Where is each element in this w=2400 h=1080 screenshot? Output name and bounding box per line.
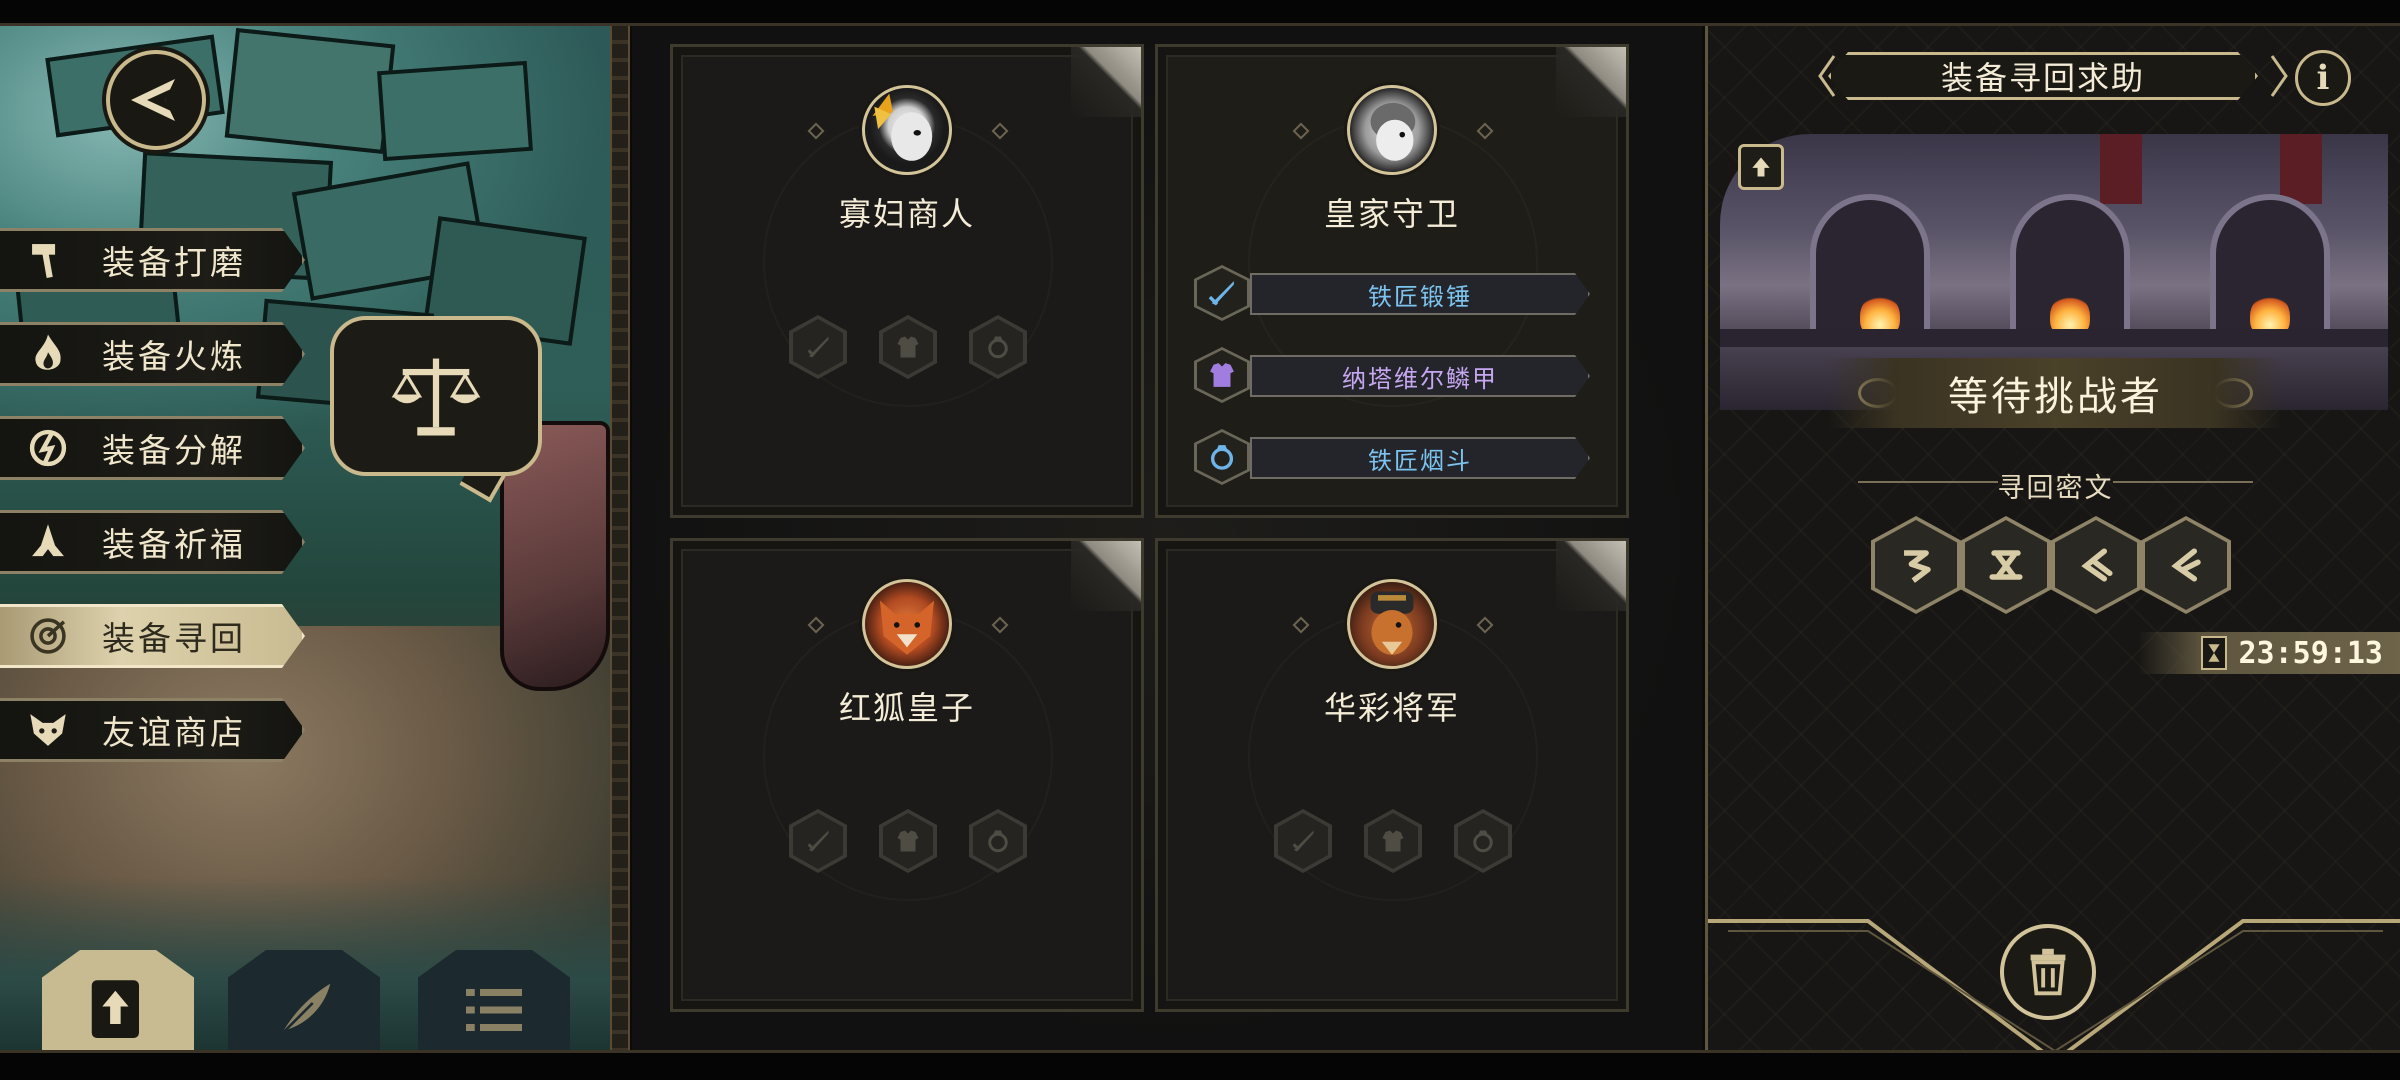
target-icon bbox=[22, 610, 74, 662]
equipment-row[interactable]: 铁匠锻锤 bbox=[1194, 265, 1594, 321]
back-arrow-icon bbox=[131, 79, 175, 121]
rune-1-icon bbox=[1875, 520, 1957, 610]
cipher-title: 寻回密文 bbox=[1997, 473, 2114, 504]
widow-merchant-portrait bbox=[862, 85, 952, 175]
upload-doc-icon bbox=[63, 970, 173, 1050]
npc-card-red-fox-prince[interactable]: 红狐皇子 bbox=[670, 538, 1144, 1012]
title-right-ornament bbox=[2270, 55, 2288, 97]
pray-hands-icon bbox=[22, 516, 74, 568]
npc-card-widow-merchant[interactable]: 寡妇商人 bbox=[670, 44, 1144, 518]
sword-icon bbox=[1197, 268, 1247, 318]
npc-name: 红狐皇子 bbox=[838, 689, 975, 727]
status-banner: 等待挑战者 bbox=[1828, 358, 2283, 428]
upload-button[interactable] bbox=[42, 950, 194, 1060]
top-frame-bar bbox=[0, 0, 2400, 26]
npc-name: 华彩将军 bbox=[1323, 689, 1460, 727]
menu-item-retrieve[interactable]: 装备寻回 bbox=[0, 604, 305, 668]
menu-item-forge[interactable]: 装备火炼 bbox=[0, 322, 305, 386]
hourglass-icon bbox=[2200, 636, 2227, 670]
npc-name: 皇家守卫 bbox=[1323, 195, 1460, 233]
menu-label-friend-shop: 友谊商店 bbox=[102, 713, 246, 752]
retrieve-help-panel: 装备寻回求助 i 等待挑战者 寻回密文 23:59:13 bbox=[1705, 26, 2400, 1050]
rune-2-icon bbox=[1965, 520, 2047, 610]
menu-item-friend-shop[interactable]: 友谊商店 bbox=[0, 698, 305, 762]
page-fold-corner bbox=[1556, 47, 1626, 117]
npc-card-splendid-general[interactable]: 华彩将军 bbox=[1155, 538, 1629, 1012]
break-icon bbox=[22, 422, 74, 474]
list-button[interactable] bbox=[418, 950, 570, 1060]
panel-title: 装备寻回求助 bbox=[1828, 52, 2258, 100]
menu-item-bless[interactable]: 装备祈福 bbox=[0, 510, 305, 574]
page-fold-corner bbox=[1071, 541, 1141, 611]
equipment-name: 铁匠锻锤 bbox=[1250, 273, 1590, 315]
equipment-row[interactable]: 纳塔维尔鳞甲 bbox=[1194, 347, 1594, 403]
splendid-general-portrait bbox=[1347, 579, 1437, 669]
menu-label-polish: 装备打磨 bbox=[102, 243, 246, 282]
feather-button[interactable] bbox=[228, 950, 380, 1060]
menu-label-retrieve: 装备寻回 bbox=[102, 619, 246, 658]
equipment-name: 纳塔维尔鳞甲 bbox=[1250, 355, 1590, 397]
balance-scale-bubble[interactable] bbox=[330, 316, 542, 476]
info-button[interactable]: i bbox=[2295, 50, 2351, 106]
timer-value: 23:59:13 bbox=[2238, 635, 2384, 671]
royal-guard-portrait bbox=[1347, 85, 1437, 175]
menu-label-bless: 装备祈福 bbox=[102, 525, 246, 564]
countdown-timer: 23:59:13 bbox=[2138, 632, 2400, 674]
npc-name: 寡妇商人 bbox=[838, 195, 975, 233]
page-fold-corner bbox=[1071, 47, 1141, 117]
bottom-frame-bar bbox=[0, 1050, 2400, 1080]
rune-4-icon bbox=[2145, 520, 2227, 610]
npc-card-royal-guard[interactable]: 皇家守卫 铁匠锻锤 纳塔维尔鳞甲 铁匠烟斗 bbox=[1155, 44, 1629, 518]
list-icon bbox=[439, 970, 549, 1050]
back-button[interactable] bbox=[106, 50, 206, 150]
red-fox-prince-portrait bbox=[862, 579, 952, 669]
menu-item-dismantle[interactable]: 装备分解 bbox=[0, 416, 305, 480]
fox-icon bbox=[22, 704, 74, 756]
feather-icon bbox=[249, 970, 359, 1050]
menu-item-polish[interactable]: 装备打磨 bbox=[0, 228, 305, 292]
left-divider bbox=[610, 26, 630, 1050]
equipment-name: 铁匠烟斗 bbox=[1250, 437, 1590, 479]
page-fold-corner bbox=[1556, 541, 1626, 611]
menu-label-dismantle: 装备分解 bbox=[102, 431, 246, 470]
trash-icon bbox=[2030, 948, 2066, 996]
armor-icon bbox=[1197, 350, 1247, 400]
equipment-row[interactable]: 铁匠烟斗 bbox=[1194, 429, 1594, 485]
menu-label-forge: 装备火炼 bbox=[102, 337, 246, 376]
balance-scale-icon bbox=[391, 358, 481, 436]
upload-arrow-icon bbox=[1752, 157, 1770, 177]
flame-icon bbox=[22, 328, 74, 380]
share-button[interactable] bbox=[1738, 144, 1784, 190]
ring-icon bbox=[1197, 432, 1247, 482]
discard-button[interactable] bbox=[2000, 924, 2096, 1020]
hammer-icon bbox=[22, 234, 74, 286]
rune-3-icon bbox=[2055, 520, 2137, 610]
